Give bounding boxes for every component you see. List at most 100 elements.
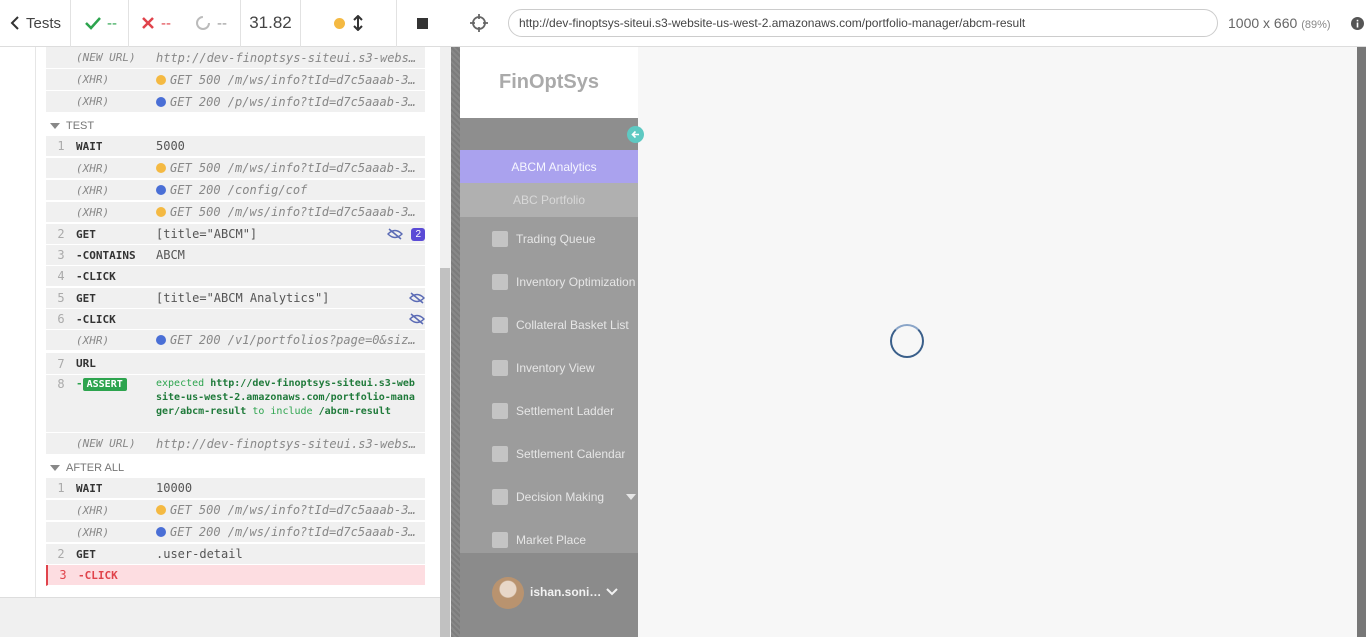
command-row[interactable]: 7 URL [46, 353, 425, 375]
info-icon[interactable] [1351, 17, 1364, 30]
arrows-vertical-icon [353, 15, 363, 31]
command-message: GET 200 /config/cof [156, 183, 425, 197]
status-dot [156, 527, 166, 537]
command-row[interactable]: 1 WAIT 5000 [46, 136, 425, 157]
nav-label: Settlement Calendar [516, 446, 626, 461]
duration: 31.82 [241, 0, 301, 47]
status-dot [156, 207, 166, 217]
nav-item-trading-queue[interactable]: Trading Queue [460, 222, 638, 255]
command-row[interactable]: 6 -CLICK [46, 309, 425, 330]
command-row[interactable]: (NEW URL) http://dev-finoptsys-siteui.s3-… [46, 433, 425, 455]
nav-item-market-place[interactable]: Market Place [460, 523, 638, 556]
caret-down-icon[interactable] [626, 493, 637, 500]
collapse-sidebar-button[interactable] [627, 126, 644, 143]
stop-button[interactable] [397, 0, 448, 47]
section-test[interactable]: TEST [50, 120, 94, 132]
assert-row[interactable]: 8 - ASSERT expected http://dev-finoptsys-si… [46, 375, 425, 433]
command-text: GET 500 /m/ws/info?tId=d7c5aaab-3… [170, 72, 416, 87]
nav-item-collateral-basket-list[interactable]: Collateral Basket List [460, 308, 638, 341]
command-row[interactable]: (XHR) GET 500 /m/ws/info?tId=d7c5aaab-3… [46, 202, 425, 223]
aut-header: http://dev-finoptsys-siteui.s3-website-u… [450, 0, 1366, 47]
command-number: 3 [59, 568, 67, 582]
nav-item-decision-making[interactable]: Decision Making [460, 480, 638, 513]
command-text: http://dev-finoptsys-siteui.s3-webs… [156, 50, 417, 65]
calendar-icon [492, 445, 508, 462]
nav-label: Collateral Basket List [516, 317, 629, 332]
x-icon [142, 17, 154, 29]
command-name: -CONTAINS [76, 248, 136, 262]
command-number: 3 [57, 248, 65, 262]
command-message: 10000 [156, 481, 425, 495]
auto-scroll-toggle[interactable] [301, 0, 397, 47]
command-row[interactable]: 2 GET [title="ABCM"] 2 [46, 224, 425, 245]
nav-label: Inventory Optimization [516, 274, 636, 289]
viewport-info: 1000 x 660 (89%) [1228, 15, 1331, 31]
command-row[interactable]: 3 -CLICK [46, 565, 425, 586]
command-name: (XHR) [76, 95, 110, 108]
loading-spinner [890, 324, 924, 358]
command-name: GET [76, 291, 96, 305]
nav-item-settlement-calendar[interactable]: Settlement Calendar [460, 437, 638, 470]
command-row[interactable]: 3 -CONTAINS ABCM [46, 245, 425, 266]
url-input[interactable]: http://dev-finoptsys-siteui.s3-website-u… [508, 9, 1218, 37]
command-message: GET 200 /v1/portfolios?page=0&siz… [156, 333, 425, 347]
nav-item-settlement-ladder[interactable]: Settlement Ladder [460, 394, 638, 427]
command-name: (XHR) [76, 73, 110, 86]
command-message: http://dev-finoptsys-siteui.s3-webs… [156, 437, 425, 451]
command-number: 1 [57, 481, 65, 495]
reporter-scrollbar-thumb[interactable] [440, 268, 450, 637]
command-name: -CLICK [76, 269, 116, 283]
element-count-badge: 2 [411, 227, 425, 241]
command-message: GET 500 /m/ws/info?tId=d7c5aaab-3… [156, 73, 425, 87]
passed-count: -- [71, 0, 129, 47]
command-row[interactable]: (XHR) GET 200 /config/cof [46, 180, 425, 201]
failed-count: -- [129, 0, 185, 47]
selector-playground-icon[interactable] [470, 14, 488, 32]
section-after-all[interactable]: AFTER ALL [50, 462, 124, 474]
command-text: 5000 [156, 139, 185, 153]
back-to-tests-button[interactable]: Tests [0, 0, 71, 47]
command-name: GET [76, 547, 96, 561]
command-message: GET 200 /p/ws/info?tId=d7c5aaab-3… [156, 95, 425, 109]
command-row[interactable]: 5 GET [title="ABCM Analytics"] [46, 288, 425, 309]
nav-abc-portfolio[interactable]: ABC Portfolio [460, 183, 638, 217]
nav-abcm-analytics[interactable]: ABCM Analytics [460, 150, 638, 183]
pending-count: -- [185, 0, 241, 47]
command-message: [title="ABCM"] [156, 227, 383, 241]
command-name: (XHR) [76, 205, 110, 219]
nav-item-inventory-view[interactable]: Inventory View [460, 351, 638, 384]
command-row[interactable]: (XHR) GET 200 /v1/portfolios?page=0&siz… [46, 330, 425, 351]
command-text: 10000 [156, 481, 193, 495]
command-row[interactable]: 1 WAIT 10000 [46, 478, 425, 499]
eye-slash-icon[interactable] [409, 292, 425, 304]
command-name: (XHR) [76, 525, 110, 539]
command-row[interactable]: (XHR) GET 200 /p/ws/info?tId=d7c5aaab-3… [46, 91, 425, 113]
command-message: 5000 [156, 139, 425, 153]
nav-label: Market Place [516, 532, 587, 547]
eye-slash-icon[interactable] [409, 313, 425, 325]
avatar [492, 577, 524, 609]
command-row[interactable]: 2 GET .user-detail [46, 544, 425, 565]
nav-label: Decision Making [516, 489, 605, 504]
eye-slash-icon[interactable] [387, 228, 404, 240]
section-label: TEST [66, 120, 95, 132]
command-number: 1 [57, 139, 65, 153]
calendar-icon [492, 273, 508, 290]
command-row[interactable]: (XHR) GET 500 /m/ws/info?tId=d7c5aaab-3… [46, 500, 425, 521]
bar-chart-icon [492, 488, 508, 505]
command-row[interactable]: 4 -CLICK [46, 266, 425, 287]
chevron-down-icon[interactable] [606, 588, 618, 596]
chevron-left-icon [10, 16, 19, 30]
nav-label: Trading Queue [516, 231, 596, 246]
command-name: -CLICK [78, 568, 118, 582]
nav-label: Settlement Ladder [516, 403, 615, 418]
command-row[interactable]: (NEW URL) http://dev-finoptsys-siteui.s3-… [46, 47, 425, 69]
arrow-left-icon [631, 130, 639, 139]
command-row[interactable]: (XHR) GET 500 /m/ws/info?tId=d7c5aaab-3… [46, 158, 425, 179]
command-text: GET 500 /m/ws/info?tId=d7c5aaab-3… [170, 161, 416, 175]
command-row[interactable]: (XHR) GET 500 /m/ws/info?tId=d7c5aaab-3… [46, 69, 425, 91]
nav-item-inventory-optimization[interactable]: Inventory Optimization [460, 265, 638, 298]
command-text: GET 200 /config/cof [170, 183, 308, 197]
command-log: (NEW URL) http://dev-finoptsys-siteui.s3-… [0, 47, 440, 598]
command-row[interactable]: (XHR) GET 200 /m/ws/info?tId=d7c5aaab-3… [46, 522, 425, 543]
